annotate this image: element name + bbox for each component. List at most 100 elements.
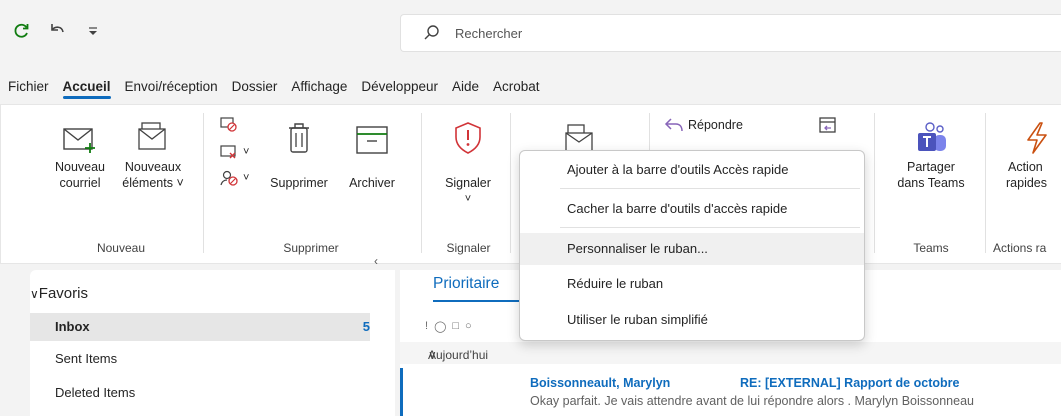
cleanup-icon bbox=[220, 145, 236, 159]
search-input[interactable] bbox=[453, 24, 957, 42]
tab-fichier[interactable]: Fichier bbox=[0, 74, 56, 100]
column-header: ! ◯ □ ○ bbox=[425, 316, 472, 336]
importance-column-icon[interactable]: ! bbox=[425, 320, 428, 332]
tab-focused[interactable]: Prioritaire bbox=[433, 275, 499, 293]
group-quick-actions: Action rapides Actions ra bbox=[991, 105, 1061, 263]
group-teams: Partager dans Teams Teams bbox=[881, 105, 981, 263]
menu-item-label: Réduire le ruban bbox=[567, 276, 664, 291]
chevron-down-icon: ˅ bbox=[243, 172, 250, 184]
menu-item-collapse-ribbon[interactable]: Réduire le ruban bbox=[520, 268, 864, 300]
focused-tab-underline bbox=[433, 300, 523, 302]
message-subject: RE: [EXTERNAL] Rapport de octobre bbox=[740, 376, 960, 390]
delete-label: Supprimer bbox=[270, 176, 328, 190]
search-icon bbox=[424, 25, 439, 40]
report-label: Signaler bbox=[445, 176, 491, 190]
menu-item-customize-ribbon[interactable]: Personnaliser le ruban... bbox=[520, 233, 864, 265]
share-teams-label-1: Partager bbox=[907, 160, 955, 174]
date-group-header[interactable]: ∨ Aujourd’hui bbox=[400, 342, 1061, 364]
teams-icon bbox=[911, 115, 951, 155]
tab-affichage[interactable]: Affichage bbox=[284, 74, 354, 100]
message-row[interactable]: Boissonneault, Marylyn RE: [EXTERNAL] Ra… bbox=[400, 368, 1061, 416]
ignore-button[interactable] bbox=[219, 115, 239, 133]
menu-item-label: Ajouter à la barre d'outils Accès rapide bbox=[567, 162, 789, 177]
quick-actions-label-1: Action bbox=[1008, 160, 1043, 174]
favorites-label: Favoris bbox=[38, 285, 88, 302]
menu-item-label: Cacher la barre d'outils d'accès rapide bbox=[567, 201, 788, 216]
message-preview: Okay parfait. Je vais attendre avant de … bbox=[530, 394, 974, 408]
group-label-teams: Teams bbox=[913, 241, 949, 255]
tab-accueil[interactable]: Accueil bbox=[56, 74, 118, 100]
delete-button[interactable]: Supprimer bbox=[261, 115, 337, 191]
new-items-button[interactable]: Nouveaux éléments ˅ bbox=[113, 115, 193, 191]
chevron-down-icon: ˅ bbox=[464, 193, 472, 205]
group-separator bbox=[510, 113, 511, 253]
new-items-label-2: éléments ˅ bbox=[122, 176, 184, 190]
ribbon-context-menu: Ajouter à la barre d'outils Accès rapide… bbox=[519, 150, 865, 341]
tab-acrobat[interactable]: Acrobat bbox=[486, 74, 547, 100]
lightning-icon bbox=[1017, 115, 1057, 155]
attachment-column-icon[interactable]: ○ bbox=[465, 320, 472, 332]
group-label-signaler: Signaler bbox=[446, 241, 491, 255]
report-button[interactable]: Signaler ˅ bbox=[433, 115, 503, 207]
group-separator bbox=[203, 113, 204, 253]
new-mail-label-1: Nouveau bbox=[54, 160, 106, 174]
date-group-label: Aujourd’hui bbox=[428, 348, 489, 362]
nav-item-label: Deleted Items bbox=[55, 385, 136, 400]
message-sender: Boissonneault, Marylyn bbox=[530, 376, 671, 390]
title-bar bbox=[0, 0, 1061, 72]
move-to-folder-icon bbox=[559, 115, 599, 155]
meeting-reply-button[interactable] bbox=[818, 115, 838, 135]
nav-item-deleted[interactable]: Deleted Items bbox=[30, 379, 370, 407]
sync-icon[interactable] bbox=[10, 20, 32, 42]
cleanup-button[interactable]: ˅ bbox=[219, 143, 249, 161]
doc-column-icon[interactable]: □ bbox=[452, 320, 459, 332]
tab-developpeur[interactable]: Développeur bbox=[354, 74, 445, 100]
tab-aide[interactable]: Aide bbox=[445, 74, 486, 100]
archive-label: Archiver bbox=[349, 176, 395, 190]
junk-icon bbox=[220, 170, 238, 186]
group-label-nouveau: Nouveau bbox=[96, 241, 146, 255]
group-signaler: Signaler ˅ Signaler bbox=[431, 105, 506, 263]
menu-separator bbox=[560, 188, 860, 189]
customize-qat-icon[interactable] bbox=[82, 20, 104, 42]
group-label-quick-actions: Actions ra bbox=[993, 241, 1047, 255]
quick-actions-button[interactable]: Action rapides bbox=[999, 115, 1061, 191]
menu-item-hide-qat[interactable]: Cacher la barre d'outils d'accès rapide bbox=[520, 193, 864, 225]
new-mail-button[interactable]: Nouveau courriel bbox=[45, 115, 115, 191]
collapse-nav-icon[interactable]: ‹ bbox=[374, 254, 378, 268]
reminder-column-icon[interactable]: ◯ bbox=[434, 320, 446, 333]
tab-dossier[interactable]: Dossier bbox=[225, 74, 285, 100]
unread-indicator bbox=[400, 368, 403, 416]
menu-item-add-to-qat[interactable]: Ajouter à la barre d'outils Accès rapide bbox=[520, 154, 864, 186]
junk-button[interactable]: ˅ bbox=[219, 169, 249, 187]
search-box[interactable] bbox=[400, 14, 1061, 52]
nav-item-label: Inbox bbox=[55, 319, 90, 334]
share-teams-button[interactable]: Partager dans Teams bbox=[891, 115, 971, 191]
trash-icon bbox=[279, 115, 319, 155]
nav-item-inbox[interactable]: Inbox 5 bbox=[30, 313, 370, 341]
chevron-down-icon: ˅ bbox=[243, 146, 250, 158]
shield-icon bbox=[448, 115, 488, 155]
group-supprimer: ˅ ˅ Supprimer Archiver Supprimer bbox=[211, 105, 411, 263]
favorites-header[interactable]: ∨Favoris bbox=[30, 285, 88, 302]
nav-item-sent[interactable]: Sent Items bbox=[30, 345, 370, 373]
new-items-label-1: Nouveaux bbox=[124, 160, 182, 174]
share-teams-label-2: dans Teams bbox=[897, 176, 965, 190]
reply-button[interactable]: Répondre bbox=[664, 117, 743, 133]
menu-item-simplified-ribbon[interactable]: Utiliser le ruban simplifié bbox=[520, 304, 864, 336]
group-label-supprimer: Supprimer bbox=[283, 241, 339, 255]
new-mail-icon bbox=[60, 115, 100, 155]
ribbon-tabs: Fichier Accueil Envoi/réception Dossier … bbox=[0, 74, 547, 100]
menu-separator bbox=[560, 227, 860, 228]
archive-button[interactable]: Archiver bbox=[337, 115, 407, 191]
undo-icon[interactable] bbox=[46, 20, 68, 42]
group-separator bbox=[985, 113, 986, 253]
nav-item-label: Sent Items bbox=[55, 351, 118, 366]
reply-icon bbox=[664, 118, 683, 132]
menu-item-label: Utiliser le ruban simplifié bbox=[567, 312, 708, 327]
quick-access-toolbar bbox=[10, 20, 104, 42]
group-separator bbox=[421, 113, 422, 253]
tab-envoi-reception[interactable]: Envoi/réception bbox=[118, 74, 225, 100]
new-items-icon bbox=[133, 115, 173, 155]
group-nouveau: Nouveau courriel Nouveaux éléments ˅ Nou… bbox=[41, 105, 201, 263]
